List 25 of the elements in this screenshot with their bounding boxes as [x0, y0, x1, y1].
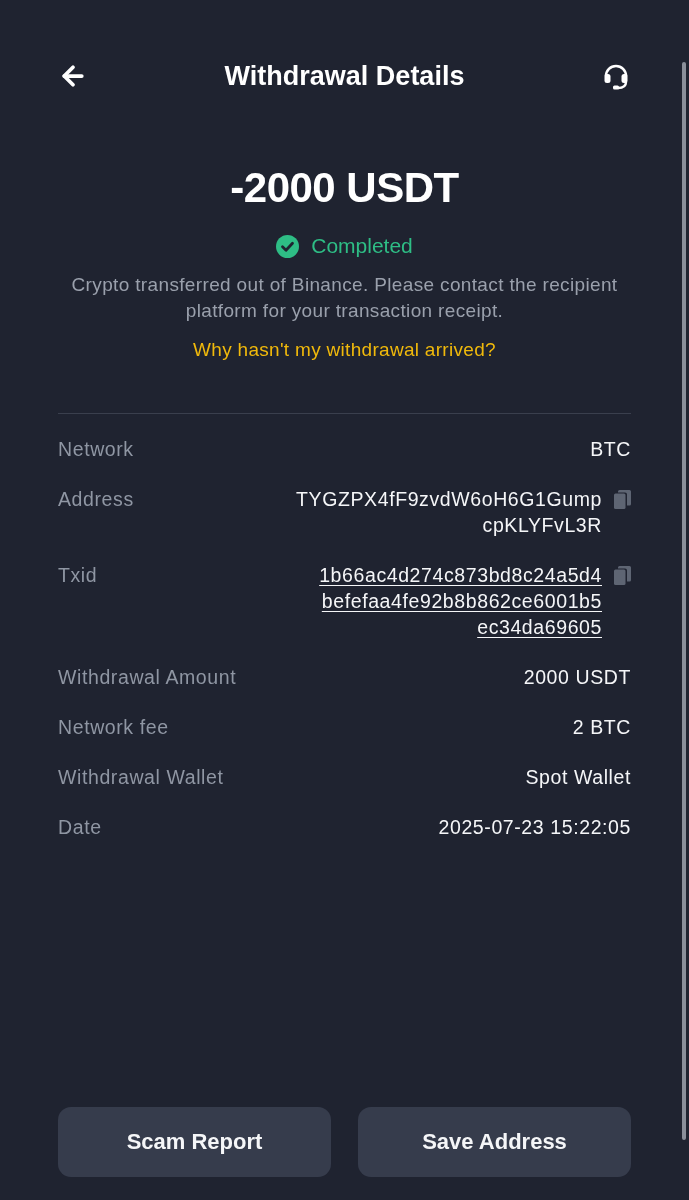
copy-icon[interactable]	[614, 490, 631, 509]
detail-label: Txid	[58, 563, 98, 588]
status-label: Completed	[311, 234, 413, 258]
detail-label: Network fee	[58, 715, 169, 740]
detail-label: Network	[58, 437, 134, 462]
copy-icon[interactable]	[614, 566, 631, 585]
help-link[interactable]: Why hasn't my withdrawal arrived?	[193, 338, 496, 362]
detail-label: Address	[58, 487, 134, 512]
txid-link[interactable]: 1b66ac4d274c873bd8c24a5d4befefaa4fe92b8b862ce6001b5ec34da69605	[317, 562, 602, 640]
detail-value: BTC	[590, 437, 631, 462]
check-circle-icon	[276, 234, 300, 258]
detail-value: 2025-07-23 15:22:05	[438, 815, 631, 840]
scrollbar[interactable]	[682, 62, 686, 1140]
detail-value: Spot Wallet	[525, 765, 631, 790]
scam-report-button[interactable]: Scam Report	[58, 1107, 331, 1177]
detail-label: Withdrawal Wallet	[58, 765, 224, 790]
withdrawal-amount: -2000 USDT	[230, 163, 459, 213]
status-description: Crypto transferred out of Binance. Please contact the recipient platform for your transaction receipt.	[70, 273, 619, 323]
save-address-button[interactable]: Save Address	[358, 1107, 631, 1177]
detail-value: 2 BTC	[572, 715, 631, 740]
detail-label: Date	[58, 815, 102, 840]
page-title: Withdrawal Details	[224, 60, 465, 92]
detail-value: 2000 USDT	[523, 665, 631, 690]
detail-label: Withdrawal Amount	[58, 665, 237, 690]
detail-value: TYGZPX4fF9zvdW6oH6G1GumpcpKLYFvL3R	[295, 487, 602, 538]
